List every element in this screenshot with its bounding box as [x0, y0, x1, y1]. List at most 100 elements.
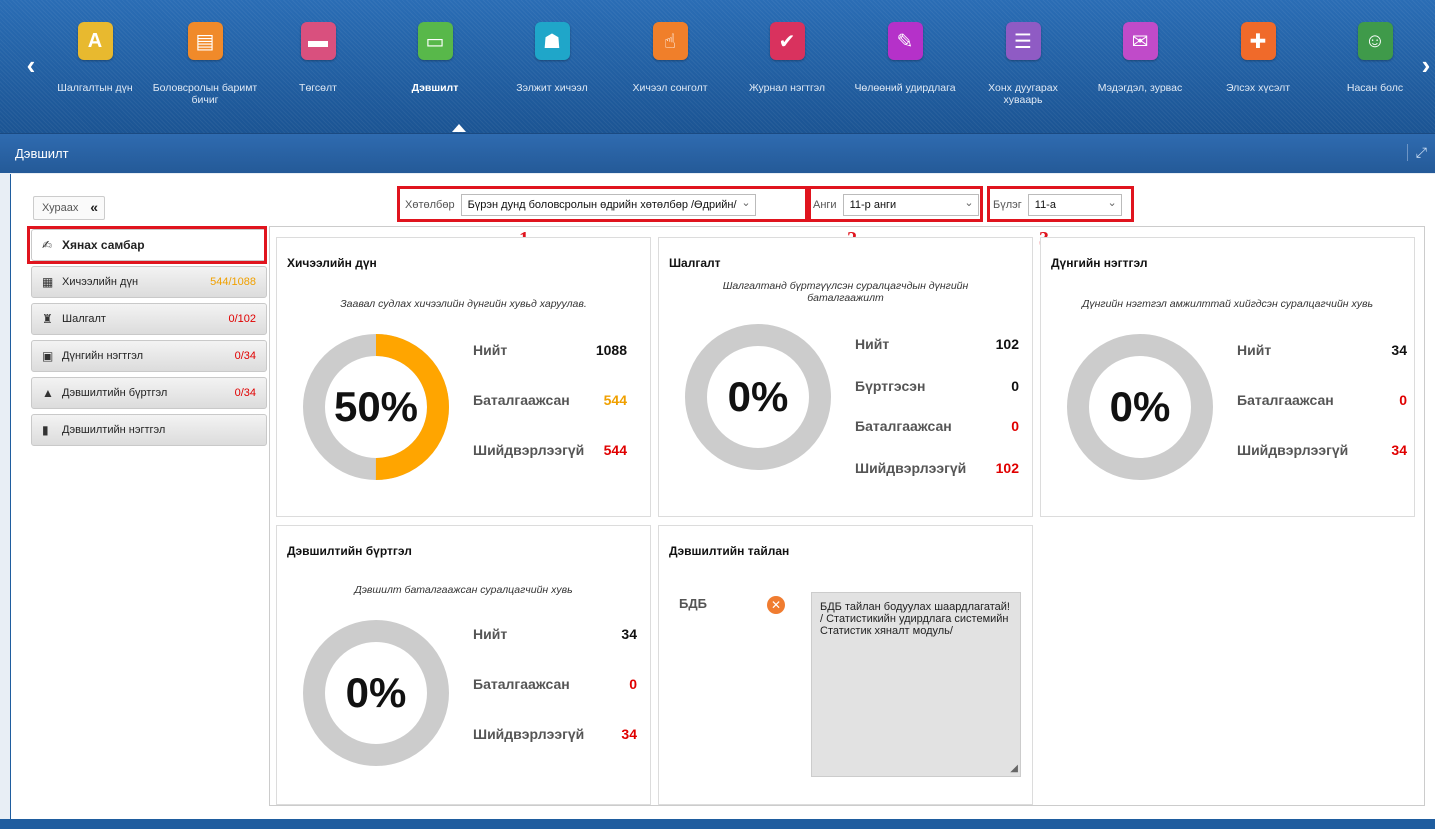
- sidebar-item-icon: ▣: [42, 349, 54, 363]
- card-exam: Шалгалт Шалгалтанд бүртгүүлсэн суралцагч…: [658, 237, 1033, 517]
- app-tile[interactable]: ☺ Насан болс: [1320, 22, 1410, 94]
- app-tile[interactable]: ☰ Хонх дуугарах хуваарь: [968, 22, 1078, 106]
- sidebar-item-label: Шалгалт: [62, 313, 106, 325]
- donut-chart: 0%: [1065, 332, 1215, 482]
- card-description: Шалгалтанд бүртгүүлсэн суралцагчдын дүнг…: [722, 280, 969, 304]
- card-grade-summary: Дүнгийн нэгтгэл Дүнгийн нэгтгэл амжилтта…: [1040, 237, 1415, 517]
- app-icon: ▬: [300, 22, 336, 60]
- bottom-border: [0, 819, 1435, 829]
- card-description: Заавал судлах хичээлийн дүнгийн хувьд ха…: [340, 298, 587, 310]
- app-label: Шалгалтын дүн: [57, 82, 133, 94]
- sidebar-item-icon: ▲: [42, 386, 54, 400]
- app-tile[interactable]: ✉ Мэдэгдэл, зурвас: [1085, 22, 1195, 94]
- app-icon: ✔: [769, 22, 805, 60]
- sidebar-item-count: 0/34: [234, 350, 256, 362]
- sidebar-item[interactable]: ▮ Дэвшилтийн нэгтгэл: [31, 414, 267, 446]
- app-label: Зэлжит хичээл: [516, 82, 588, 94]
- card-title: Шалгалт: [669, 256, 721, 270]
- app-tile[interactable]: ✚ Элсэх хүсэлт: [1203, 22, 1313, 94]
- report-textarea[interactable]: БДБ тайлан бодуулах шаардлагатай! / Стат…: [811, 592, 1021, 777]
- card-description: Дүнгийн нэгтгэл амжилттай хийгдсэн сурал…: [1081, 298, 1373, 310]
- donut-percent: 0%: [1109, 383, 1171, 430]
- app-tile[interactable]: ▤ Боловсролын баримт бичиг: [150, 22, 260, 106]
- confirmed-label: Баталгаажсан: [473, 392, 570, 408]
- sidebar-item-icon: ▮: [42, 423, 49, 437]
- confirmed-value: 0: [1011, 418, 1019, 434]
- card-title: Дүнгийн нэгтгэл: [1051, 256, 1148, 270]
- app-label: Насан болс: [1346, 82, 1404, 94]
- total-label: Нийт: [473, 342, 508, 358]
- total-label: Нийт: [473, 626, 508, 642]
- report-label: БДБ: [679, 596, 707, 611]
- sidebar-item[interactable]: ▲ Дэвшилтийн бүртгэл 0/34: [31, 377, 267, 409]
- resize-grip-icon[interactable]: ◢: [1010, 763, 1018, 775]
- app-label: Боловсролын баримт бичиг: [152, 82, 258, 106]
- total-label: Нийт: [1237, 342, 1272, 358]
- donut-chart: 0%: [683, 322, 833, 472]
- app-icon: ✚: [1240, 22, 1276, 60]
- active-app-caret-icon: [452, 124, 466, 132]
- card-lesson-grades: Хичээлийн дүн Заавал судлах хичээлийн дү…: [276, 237, 651, 517]
- card-title: Хичээлийн дүн: [287, 256, 377, 270]
- confirmed-label: Баталгаажсан: [473, 676, 570, 692]
- donut-percent: 0%: [345, 669, 407, 716]
- app-tile[interactable]: ☝ Хичээл сонголт: [615, 22, 725, 94]
- unresolved-value: 544: [603, 442, 627, 458]
- chevron-right-icon[interactable]: ›: [1415, 50, 1435, 81]
- unresolved-value: 34: [1391, 442, 1407, 458]
- sidebar-item[interactable]: ♜ Шалгалт 0/102: [31, 303, 267, 335]
- app-tile[interactable]: ✔ Журнал нэгтгэл: [732, 22, 842, 94]
- unresolved-value: 102: [995, 460, 1019, 476]
- highlight-box-sidebar: [27, 226, 267, 264]
- app-tile[interactable]: ✎ Чөлөөний удирдлага: [850, 22, 960, 94]
- app-icon: ✎: [887, 22, 923, 60]
- app-icon: ☺: [1357, 22, 1393, 60]
- app-label: Мэдэгдэл, зурвас: [1097, 82, 1183, 94]
- app-tile[interactable]: A Шалгалтын дүн: [40, 22, 150, 94]
- highlight-box-1: [397, 186, 811, 222]
- confirmed-label: Баталгаажсан: [1237, 392, 1334, 408]
- sidebar-item[interactable]: ▦ Хичээлийн дүн 544/1088: [31, 266, 267, 298]
- collapse-label: Хураах: [42, 202, 79, 214]
- app-tile[interactable]: ▬ Төгсөлт: [263, 22, 373, 94]
- app-tile[interactable]: ▭ Дэвшилт: [380, 22, 490, 94]
- unresolved-label: Шийдвэрлээгүй: [473, 442, 585, 458]
- app-label: Элсэх хүсэлт: [1225, 82, 1291, 94]
- app-label: Хонх дуугарах хуваарь: [988, 82, 1058, 106]
- unresolved-label: Шийдвэрлээгүй: [1237, 442, 1349, 458]
- sidebar-item-icon: ♜: [42, 312, 53, 326]
- highlight-box-2: [805, 186, 983, 222]
- registered-label: Бүртгэсэн: [855, 378, 926, 394]
- page-title: Дэвшилт: [15, 146, 69, 161]
- main-panel: Хураах « Хөтөлбөр Бүрэн дунд боловсролын…: [10, 174, 1435, 819]
- sidebar-item-count: 0/34: [234, 387, 256, 399]
- donut-chart: 50%: [301, 332, 451, 482]
- sidebar-item-label: Дэвшилтийн бүртгэл: [62, 387, 168, 399]
- top-app-bar: ‹ A Шалгалтын дүн ▤ Боловсролын баримт бичи…: [0, 0, 1435, 133]
- sidebar-item-count: 544/1088: [210, 276, 256, 288]
- chevron-left-icon[interactable]: ‹: [20, 50, 42, 81]
- app-icon: ☗: [534, 22, 570, 60]
- unresolved-value: 34: [621, 726, 637, 742]
- app-icon: ☝: [652, 22, 688, 60]
- registered-value: 0: [1011, 378, 1019, 394]
- card-description: Дэвшилт баталгаажсан суралцагчийн хувь: [354, 584, 573, 596]
- app-icon: A: [77, 22, 113, 60]
- double-chevron-left-icon: «: [90, 199, 98, 215]
- app-label: Журнал нэгтгэл: [748, 82, 826, 94]
- confirmed-label: Баталгаажсан: [855, 418, 952, 434]
- app-launcher: A Шалгалтын дүн ▤ Боловсролын баримт бичиг ▬…: [40, 22, 1410, 132]
- sidebar-item[interactable]: ▣ Дүнгийн нэгтгэл 0/34: [31, 340, 267, 372]
- card-title: Дэвшилтийн тайлан: [669, 544, 790, 558]
- expand-icon[interactable]: ⤢: [1406, 144, 1427, 161]
- app-label: Хичээл сонголт: [632, 82, 708, 94]
- app-tile[interactable]: ☗ Зэлжит хичээл: [497, 22, 607, 94]
- total-label: Нийт: [855, 336, 890, 352]
- collapse-sidebar-button[interactable]: Хураах «: [33, 196, 105, 220]
- close-circle-icon: ✕: [767, 596, 785, 614]
- sidebar-item-label: Дүнгийн нэгтгэл: [62, 350, 143, 362]
- sidebar-item-icon: ▦: [42, 275, 54, 289]
- donut-percent: 50%: [333, 383, 419, 430]
- total-value: 102: [995, 336, 1019, 352]
- card-promotion-report: Дэвшилтийн тайлан БДБ ✕ БДБ тайлан бодуу…: [658, 525, 1033, 805]
